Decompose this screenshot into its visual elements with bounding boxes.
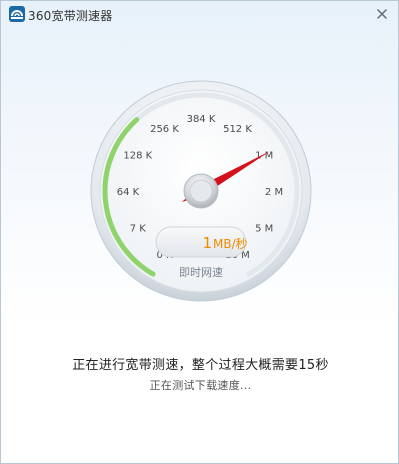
tick-label: 7 K xyxy=(130,224,147,235)
tick-label: 512 K xyxy=(223,124,252,135)
window-title: 360宽带测速器 xyxy=(28,9,113,23)
close-icon[interactable] xyxy=(374,6,390,22)
speed-unit: MB/秒 xyxy=(213,237,248,251)
app-logo-icon xyxy=(9,6,25,22)
tick-label: 64 K xyxy=(117,187,140,198)
tick-label: 256 K xyxy=(150,124,179,135)
speed-value: 1 xyxy=(202,234,212,252)
tick-label: 1 M xyxy=(255,151,273,162)
status-message: 正在进行宽带测速，整个过程大概需要15秒 xyxy=(72,358,329,373)
tick-label: 2 M xyxy=(265,187,283,198)
tick-label: 384 K xyxy=(187,114,216,125)
tick-label: 128 K xyxy=(123,151,152,162)
speed-readout: 1 MB/秒 xyxy=(155,226,248,258)
title-bar: 360宽带测速器 xyxy=(1,1,398,27)
gauge-caption: 即时网速 xyxy=(179,266,223,279)
tick-label: 5 M xyxy=(255,224,273,235)
speedtest-window: 360宽带测速器 7 K 64 K 128 K 256 K 384 K 512 … xyxy=(0,0,399,464)
speed-gauge: 0 K7 K64 K128 K256 K384 K512 K1 M2 M5 M1… xyxy=(90,80,312,302)
status-detail: 正在测试下载速度... xyxy=(149,379,252,392)
